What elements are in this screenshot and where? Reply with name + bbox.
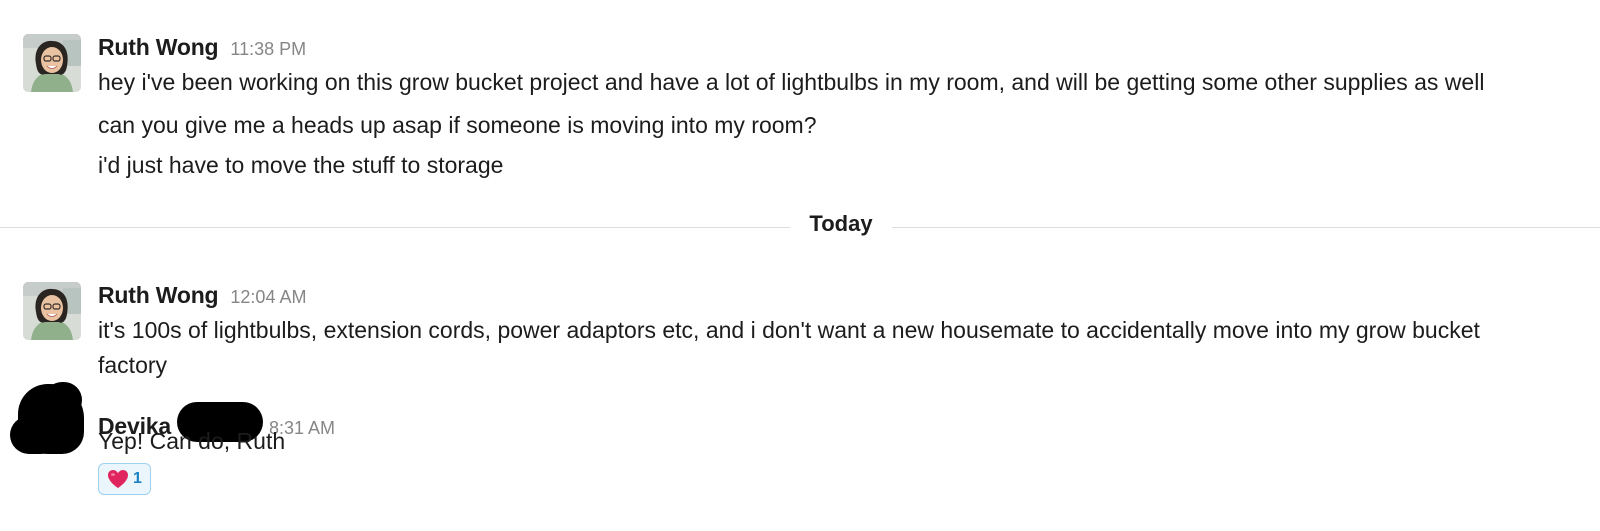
reaction-count: 1 (133, 470, 142, 487)
divider-rule (0, 227, 790, 228)
timestamp[interactable]: 11:38 PM (230, 39, 306, 60)
message-header: Ruth Wong 12:04 AM (98, 282, 306, 309)
avatar[interactable] (23, 282, 81, 340)
user-photo-icon (23, 282, 81, 340)
divider-rule (892, 227, 1600, 228)
message-text: factory (98, 352, 168, 378)
message-text: hey i've been working on this grow bucke… (98, 69, 1485, 95)
user-photo-icon (23, 34, 81, 92)
message-text: can you give me a heads up asap if someo… (98, 112, 817, 138)
sender-name[interactable]: Ruth Wong (98, 34, 219, 61)
sender-name[interactable]: Ruth Wong (98, 282, 219, 309)
message-text: i'd just have to move the stuff to stora… (98, 152, 504, 178)
heart-emoji-icon (108, 470, 129, 488)
message-list: Ruth Wong 11:38 PM hey i've been working… (0, 0, 1600, 531)
timestamp[interactable]: 12:04 AM (230, 287, 306, 308)
message-text: it's 100s of lightbulbs, extension cords… (98, 317, 1480, 343)
avatar[interactable] (23, 34, 81, 92)
reaction-button[interactable]: 1 (98, 463, 151, 495)
date-divider: Today (0, 211, 1600, 236)
date-divider-label[interactable]: Today (790, 211, 892, 237)
message-text: Yep! Can do, Ruth (98, 428, 286, 454)
message-header: Ruth Wong 11:38 PM (98, 34, 306, 61)
